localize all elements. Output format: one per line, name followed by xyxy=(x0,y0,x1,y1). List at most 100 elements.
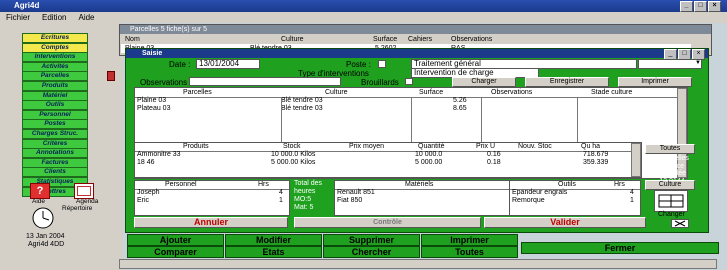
ph-parcelles[interactable]: Parcelles xyxy=(183,88,212,97)
out2-hrs: 1 xyxy=(630,197,634,204)
annuler-button[interactable]: Annuler xyxy=(134,217,288,228)
col-observations[interactable]: Observations xyxy=(451,35,492,44)
prh-prix-moyen[interactable]: Prix moyen xyxy=(349,143,384,151)
nav-annotations[interactable]: Annotations xyxy=(22,148,88,159)
outh-hrs[interactable]: Hrs xyxy=(614,181,625,189)
prh-stock[interactable]: Stock xyxy=(283,143,301,151)
col-surface[interactable]: Surface xyxy=(373,35,397,44)
pr1-culture: Blé tendre 03 xyxy=(281,97,323,104)
total-mo: MO:5 xyxy=(294,196,312,203)
math-materiels[interactable]: Matériels xyxy=(405,181,433,189)
prh-nouv-stoc[interactable]: Nouv. Stoc xyxy=(518,143,552,151)
materiel-row-2[interactable]: Fiat 850 xyxy=(335,197,510,205)
produit-row-2[interactable]: 18 46 5 000.00 Kilos 5 000.00 0.18 359.3… xyxy=(135,159,641,167)
col-nom[interactable]: Nom xyxy=(125,35,140,44)
nav-activit-s[interactable]: Activités xyxy=(22,61,88,72)
valider-button[interactable]: Valider xyxy=(484,217,646,228)
imprimer-button[interactable]: Imprimer xyxy=(421,234,518,246)
controle-button[interactable]: Contrôle xyxy=(294,217,481,228)
ph-surface[interactable]: Surface xyxy=(419,88,443,97)
prh-qu-ha[interactable]: Qu ha xyxy=(581,143,600,151)
produit-row-1[interactable]: Ammonitre 33 10 000.0 Kilos 10 000.0 0.1… xyxy=(135,151,641,159)
minimize-button[interactable]: _ xyxy=(680,1,693,12)
culture-icon[interactable] xyxy=(654,190,688,212)
observations-field[interactable] xyxy=(189,77,341,86)
nav-comptes[interactable]: Comptes xyxy=(22,42,88,53)
nav-parcelles[interactable]: Parcelles xyxy=(22,71,88,82)
changer-label[interactable]: Changer xyxy=(658,211,685,218)
exit-icon[interactable] xyxy=(671,219,689,228)
selected-marker xyxy=(107,71,115,82)
produits-table: Produits Stock Prix moyen Quantité Prix … xyxy=(134,142,642,178)
fermer-button[interactable]: Fermer xyxy=(521,242,719,254)
poste-label: Poste : xyxy=(346,60,371,69)
out1-hrs: 4 xyxy=(630,189,634,196)
maximize-button[interactable]: □ xyxy=(694,1,707,12)
help-icon[interactable]: ? xyxy=(30,183,50,199)
etats-button[interactable]: Etats xyxy=(225,246,322,258)
materiel-row-1[interactable]: Renault 851 xyxy=(335,189,510,197)
repertoire-label[interactable]: Répertoire xyxy=(62,205,92,212)
prh-prix-u[interactable]: Prix U xyxy=(476,143,495,151)
comparer-button[interactable]: Comparer xyxy=(127,246,224,258)
nav-interventions[interactable]: Interventions xyxy=(22,52,88,63)
nav-outils[interactable]: Outils xyxy=(22,100,88,111)
app-title: Agri4d xyxy=(14,1,40,10)
nav-produits[interactable]: Produits xyxy=(22,81,88,91)
poste-checkbox[interactable] xyxy=(378,60,386,68)
ajouter-button[interactable]: Ajouter xyxy=(127,234,224,246)
horizontal-scrollbar[interactable] xyxy=(119,259,717,269)
current-date: 13 Jan 2004 xyxy=(26,233,65,240)
toutes-small-button[interactable]: Toutes xyxy=(645,144,695,154)
produits-scrollbar[interactable] xyxy=(631,143,641,177)
menu-aide[interactable]: Aide xyxy=(78,13,94,22)
p2-stock: 5 000.00 Kilos xyxy=(271,159,316,166)
ph-culture[interactable]: Culture xyxy=(325,88,348,97)
outil-row-2[interactable]: Remorque 1 xyxy=(510,197,640,205)
nav-mat-riel[interactable]: Matériel xyxy=(22,90,88,101)
date-label: Date : xyxy=(169,60,191,69)
nav-charges-struc-[interactable]: Charges Struc. xyxy=(22,129,88,139)
nav-postes[interactable]: Postes xyxy=(22,119,88,130)
mat1-nom: Renault 851 xyxy=(337,189,375,196)
brouillards-checkbox[interactable] xyxy=(405,78,413,85)
agenda-icon[interactable] xyxy=(74,183,94,199)
poste-dropdown[interactable]: ▼ xyxy=(638,59,702,69)
nav-personnel[interactable]: Personnel xyxy=(22,109,88,120)
ph-observations[interactable]: Observations xyxy=(491,88,532,97)
total-label: Total des xyxy=(294,180,323,187)
perh-hrs[interactable]: Hrs xyxy=(258,181,269,189)
menu-edition[interactable]: Edition xyxy=(42,13,66,22)
perh-personnel[interactable]: Personnel xyxy=(165,181,197,189)
date-field[interactable]: 13/01/2004 xyxy=(196,59,260,69)
culture-button[interactable]: Culture xyxy=(645,180,695,190)
out1-nom: Epandeur engrais xyxy=(512,189,568,196)
observations-label: Observations xyxy=(140,78,188,87)
nav-crit-res[interactable]: Critères xyxy=(22,138,88,149)
prh-produits[interactable]: Produits xyxy=(183,143,209,151)
enregistrer-button[interactable]: Enregistrer xyxy=(525,77,609,87)
col-cahiers[interactable]: Cahiers xyxy=(408,35,432,44)
close-button[interactable]: × xyxy=(708,1,721,12)
ph-stade[interactable]: Stade culture xyxy=(591,88,632,97)
col-culture[interactable]: Culture xyxy=(281,35,304,44)
menu-bar: Fichier Edition Aide xyxy=(0,12,727,23)
total-mat: Mat: 5 xyxy=(294,204,314,211)
charger-button[interactable]: Charger xyxy=(452,77,516,87)
outh-outils[interactable]: Outils xyxy=(558,181,576,189)
prh-quantite[interactable]: Quantité xyxy=(418,143,444,151)
personnel-row-1[interactable]: Joseph 4 xyxy=(135,189,289,197)
nav-clients[interactable]: Clients xyxy=(22,167,88,178)
saisie-title: Saisie xyxy=(126,49,708,58)
modifier-button[interactable]: Modifier xyxy=(225,234,322,246)
nav-ecritures[interactable]: Ecritures xyxy=(22,33,88,43)
outil-row-1[interactable]: Epandeur engrais 4 xyxy=(510,189,640,197)
personnel-row-2[interactable]: Eric 1 xyxy=(135,197,289,205)
supprimer-button[interactable]: Supprimer xyxy=(323,234,420,246)
chercher-button[interactable]: Chercher xyxy=(323,246,420,258)
toutes-button[interactable]: Toutes xyxy=(421,246,518,258)
nav-factures[interactable]: Factures xyxy=(22,157,88,168)
per2-hrs: 1 xyxy=(279,197,283,204)
menu-fichier[interactable]: Fichier xyxy=(6,13,30,22)
imprimer-saisie-button[interactable]: Imprimer xyxy=(618,77,692,87)
